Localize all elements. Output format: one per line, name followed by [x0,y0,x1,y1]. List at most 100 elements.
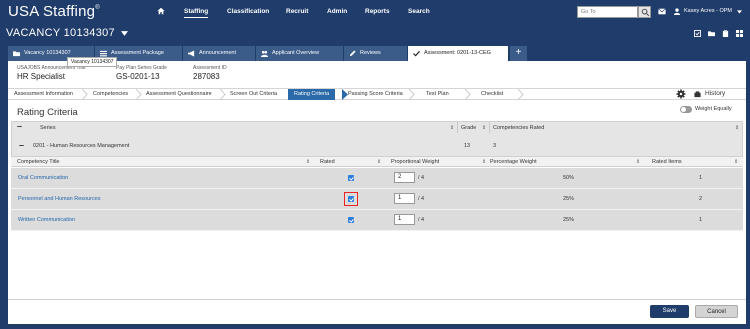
history-icon[interactable] [694,91,701,98]
grade-value: 13 [464,143,471,149]
save-button[interactable]: Save [650,305,689,318]
folder-icon [13,51,20,57]
vacancy-title[interactable]: VACANCY 10134307 [6,27,129,39]
sort-icon[interactable]: ⇕ [482,159,486,165]
sort-icon[interactable]: ⇕ [450,125,454,131]
nav-search[interactable]: Search [408,8,430,15]
home-icon[interactable] [157,7,165,15]
column-header-percentage-weight[interactable]: Percentage Weight [490,157,537,167]
clipboard-icon[interactable] [722,30,729,37]
series-value: 0201 - Human Resources Management [33,143,130,149]
step-rating-criteria[interactable]: Rating Criteria [288,89,336,100]
step-separator [136,89,142,100]
step-separator [220,89,226,100]
megaphone-icon [188,50,195,57]
tab-reviews[interactable]: Reviews [344,46,408,61]
step-screen-out-criteria[interactable]: Screen Out Criteria [230,89,277,100]
search-icon [641,8,650,17]
rated-checkbox[interactable] [348,196,354,202]
rated-checkbox[interactable] [348,217,354,223]
table-row: Written Communication 1 / 4 25% 1 [11,210,743,231]
step-assessment-information[interactable]: Assessment Information [14,89,73,100]
column-header-series[interactable]: Series [40,123,56,133]
history-button[interactable]: History [705,90,725,97]
nav-recruit[interactable]: Recruit [286,8,308,15]
mail-icon[interactable] [658,8,666,15]
tab-tooltip: Vacancy 10134307 [67,57,118,67]
rated-items: 1 [699,217,703,223]
nav-reports[interactable]: Reports [365,8,390,15]
gear-icon[interactable] [676,89,686,99]
step-checklist[interactable]: Checklist [481,89,503,100]
step-passing-score-criteria[interactable]: Passing Score Criteria [348,89,403,100]
top-navigation: USA Staffing® Staffing Classification Re… [0,0,750,23]
tab-announcement[interactable]: Announcement [183,46,256,61]
step-test-plan[interactable]: Test Plan [426,89,449,100]
app-logo[interactable]: USA Staffing® [8,3,100,20]
collapse-row-icon[interactable]: – [19,140,24,150]
percentage-weight: 25% [563,196,575,202]
folder-icon[interactable] [708,30,715,37]
section-title: Rating Criteria [17,107,78,118]
check-icon [413,50,420,57]
sort-icon[interactable]: ⇕ [636,159,640,165]
user-icon [673,8,681,15]
step-competencies[interactable]: Competencies [93,89,128,100]
sort-icon[interactable]: ⇕ [377,159,381,165]
chevron-down-icon[interactable] [737,10,742,14]
sort-icon[interactable]: ⇕ [735,125,739,131]
collapse-all-icon[interactable]: – [17,121,22,131]
step-separator [518,89,524,100]
weight-equally-toggle[interactable] [680,106,692,113]
column-header-grade[interactable]: Grade [461,123,476,133]
cancel-button[interactable]: Cancel [695,305,738,318]
step-separator [82,89,88,100]
step-navigation: Assessment Information Competencies Asse… [8,88,746,100]
column-header-competencies-rated[interactable]: Competencies Rated [493,123,544,133]
add-tab-button[interactable]: + [510,46,527,61]
weight-total: / 4 [418,196,425,202]
competency-link[interactable]: Written Communication [18,217,75,223]
grade-field: Pay Plan Series Grade GS-0201-13 [116,65,167,81]
criteria-table-header: Competency Title ⇕ Rated ⇕ Proportional … [11,157,743,167]
user-menu[interactable]: Kasey Acres - OPM [684,8,732,14]
competency-link[interactable]: Oral Communication [18,175,68,181]
nav-classification[interactable]: Classification [227,8,269,15]
nav-staffing[interactable]: Staffing [184,8,209,18]
column-header-rated[interactable]: Rated [320,157,335,167]
step-separator [465,89,471,100]
assessment-id-field: Assessment ID 287083 [193,65,227,81]
sort-icon[interactable]: ⇕ [482,125,486,131]
tab-assessment[interactable]: Assessment: 0201-13-CEG [408,46,509,61]
dashboard-icon[interactable] [736,30,743,37]
sort-icon[interactable]: ⇕ [734,159,738,165]
chevron-down-icon[interactable] [121,30,129,36]
rated-checkbox[interactable] [348,175,354,181]
column-divider [489,122,490,133]
column-header-proportional-weight[interactable]: Proportional Weight [391,157,439,167]
column-header-rated-items[interactable]: Rated Items [652,157,682,167]
weight-total: / 4 [418,217,425,223]
tab-applicant-overview[interactable]: Applicant Overview [256,46,344,61]
checklist-icon[interactable] [694,30,701,37]
column-header-competency-title[interactable]: Competency Title [17,157,60,167]
proportional-weight-input[interactable]: 1 [394,193,415,204]
step-assessment-questionnaire[interactable]: Assessment Questionnaire [146,89,212,100]
proportional-weight-input[interactable]: 2 [394,172,415,183]
footer-bar: Save Cancel [8,299,746,324]
competencies-rated-value: 3 [493,143,497,149]
series-table: – Series ⇕ Grade ⇕ Competencies Rated ⇕ … [11,121,743,157]
sort-icon[interactable]: ⇕ [306,159,310,165]
step-separator [409,89,415,100]
proportional-weight-input[interactable]: 1 [394,214,415,225]
rated-items: 2 [699,196,703,202]
announcement-title-field: USAJOBS Announcement Title HR Specialist [17,65,86,81]
people-icon [261,50,268,57]
goto-search-button[interactable] [638,6,651,18]
goto-input[interactable]: Go To [577,6,638,18]
weight-equally-label: Weight Equally [695,106,732,112]
percentage-weight: 25% [563,217,575,223]
nav-admin[interactable]: Admin [327,8,347,15]
competency-link[interactable]: Personnel and Human Resources [18,196,101,202]
rated-items: 1 [699,175,703,181]
